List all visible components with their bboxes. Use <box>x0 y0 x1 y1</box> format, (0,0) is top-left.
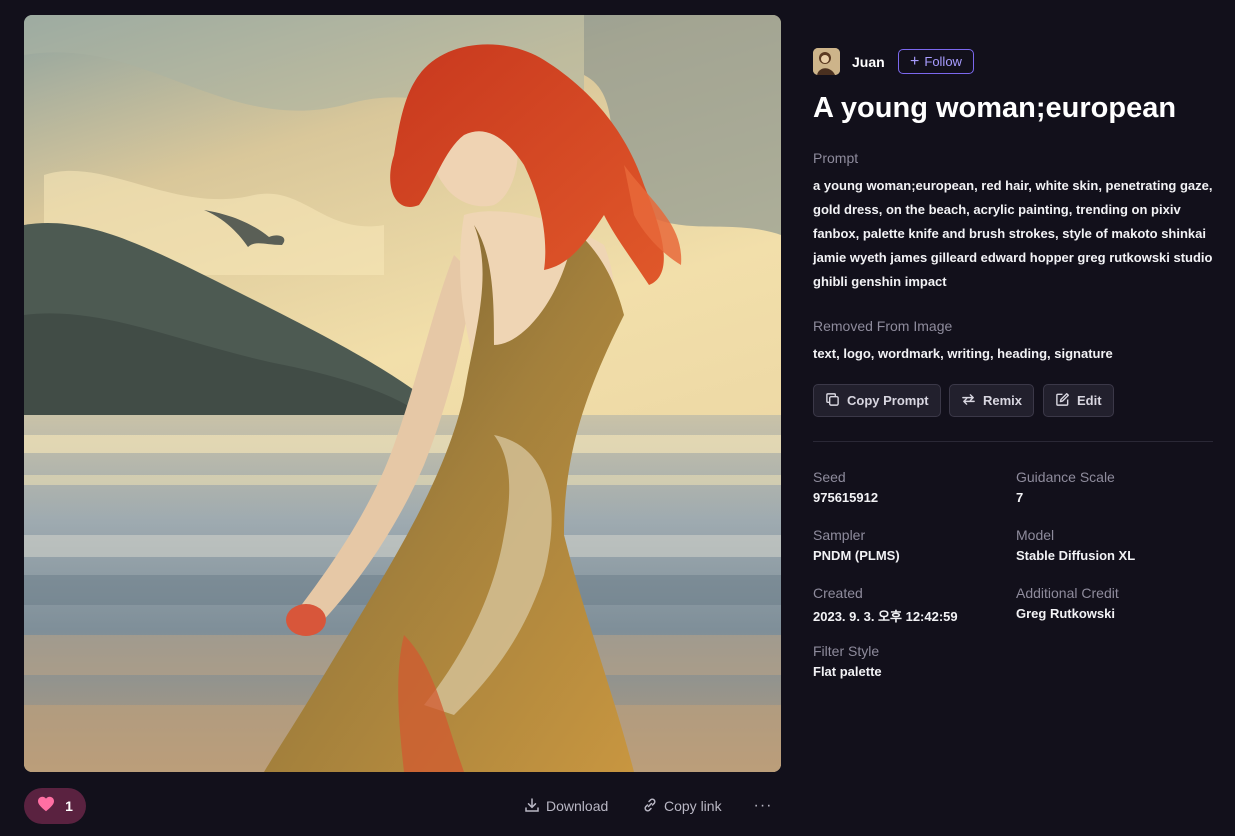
prompt-label: Prompt <box>813 150 859 166</box>
plus-icon: + <box>910 52 920 70</box>
prompt-text: a young woman;european, red hair, white … <box>813 178 1213 289</box>
copy-prompt-button[interactable]: Copy Prompt <box>813 384 941 417</box>
edit-label: Edit <box>1077 393 1102 408</box>
model-label: Model <box>1016 527 1055 543</box>
artwork-painting <box>24 15 781 772</box>
seed-label: Seed <box>813 469 846 485</box>
credit-value: Greg Rutkowski <box>1016 606 1115 621</box>
credit-label: Additional Credit <box>1016 585 1119 601</box>
remix-icon <box>961 392 976 410</box>
created-label: Created <box>813 585 863 601</box>
like-button[interactable]: 1 <box>24 788 86 824</box>
like-count: 1 <box>65 798 73 814</box>
sampler-value: PNDM (PLMS) <box>813 548 900 563</box>
heart-icon <box>37 796 55 817</box>
page-title: A young woman;european <box>813 92 1177 124</box>
filter-style-value: Flat palette <box>813 664 882 679</box>
remix-button[interactable]: Remix <box>949 384 1035 417</box>
copy-link-button[interactable]: Copy link <box>642 796 722 816</box>
sampler-label: Sampler <box>813 527 866 543</box>
download-label: Download <box>546 798 609 814</box>
copy-prompt-label: Copy Prompt <box>847 393 929 408</box>
avatar[interactable] <box>813 48 840 75</box>
filter-style-label: Filter Style <box>813 643 880 659</box>
edit-button[interactable]: Edit <box>1043 384 1114 417</box>
download-icon <box>524 797 540 816</box>
remix-label: Remix <box>983 393 1023 408</box>
follow-button[interactable]: + Follow <box>898 49 974 74</box>
author-name[interactable]: Juan <box>852 54 885 70</box>
guidance-label: Guidance Scale <box>1016 469 1115 485</box>
download-button[interactable]: Download <box>524 796 608 816</box>
link-icon <box>642 797 658 816</box>
removed-text: text, logo, wordmark, writing, heading, … <box>813 346 1113 361</box>
copy-icon <box>825 392 840 410</box>
image-detail-page: 1 Download Copy link ··· Juan + Follow A… <box>0 0 1235 836</box>
removed-label: Removed From Image <box>813 318 953 334</box>
created-value: 2023. 9. 3. 오후 12:42:59 <box>813 609 958 624</box>
divider <box>813 441 1213 442</box>
copy-link-label: Copy link <box>664 798 722 814</box>
artwork-image[interactable] <box>24 15 781 772</box>
follow-label: Follow <box>924 54 962 69</box>
seed-value: 975615912 <box>813 490 879 505</box>
guidance-value: 7 <box>1016 490 1024 505</box>
model-value: Stable Diffusion XL <box>1016 548 1136 563</box>
edit-icon <box>1055 392 1070 410</box>
more-icon[interactable]: ··· <box>752 796 774 816</box>
